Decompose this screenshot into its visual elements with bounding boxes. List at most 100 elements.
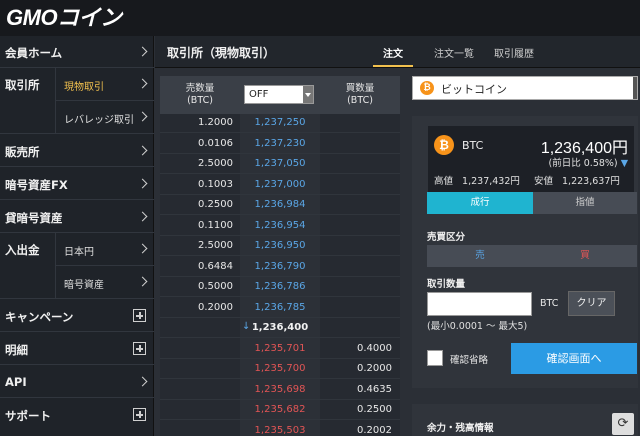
ask-row[interactable]: 0.1003 1,237,000 <box>160 176 400 195</box>
bid-quantity: 0.4635 <box>357 383 392 395</box>
clear-button[interactable]: クリア <box>568 291 615 316</box>
sidebar-subitem-crypto[interactable]: 暗号資産 <box>56 266 154 299</box>
side-sell-button[interactable]: 売 <box>427 245 533 267</box>
ask-quantity: 0.2500 <box>198 199 233 210</box>
sidebar-item-crypto-fx[interactable]: 暗号資産FX <box>0 167 154 200</box>
ask-quantity: 2.5000 <box>198 240 233 251</box>
tab-order[interactable]: 注文 <box>383 45 403 60</box>
ask-price: 1,237,250 <box>254 117 306 128</box>
ask-row[interactable]: 0.2500 1,236,984 <box>160 196 400 215</box>
order-type-limit-button[interactable]: 指値 <box>533 192 637 214</box>
ask-price: 1,237,230 <box>254 137 306 149</box>
chevron-right-icon <box>137 178 148 189</box>
sidebar-item-member-home[interactable]: 会員ホーム <box>0 36 154 68</box>
ask-row[interactable]: 0.1100 1,236,954 <box>160 217 400 236</box>
sell-qty-header: 売数量 (BTC) <box>185 83 215 106</box>
ask-quantity: 0.6484 <box>198 260 233 272</box>
expand-plus-icon[interactable] <box>133 408 146 421</box>
sidebar-item-exchange: 取引所 現物取引 レバレッジ取引 <box>0 68 154 134</box>
page-title: 取引所（現物取引） <box>167 46 276 60</box>
chevron-right-icon <box>137 211 148 222</box>
bid-row[interactable]: 1,235,701 0.4000 <box>160 340 400 359</box>
skip-confirm-checkbox[interactable] <box>427 350 443 366</box>
sidebar-item-lending[interactable]: 貸暗号資産 <box>0 200 154 233</box>
sidebar: 会員ホーム 取引所 現物取引 レバレッジ取引 販売所 暗号資産FX 貸暗号資産 <box>0 36 154 436</box>
quantity-input[interactable] <box>427 292 532 316</box>
sidebar-item-campaign[interactable]: キャンペーン <box>0 299 154 332</box>
expand-plus-icon[interactable] <box>133 342 146 355</box>
bid-price: 1,235,503 <box>254 424 306 436</box>
sidebar-subitem-label: 現物取引 <box>64 82 104 93</box>
ask-quantity: 0.1100 <box>198 219 233 231</box>
coin-select-handle <box>633 77 637 99</box>
top-bar: GMOコイン <box>0 0 640 36</box>
sidebar-subitem-spot[interactable]: 現物取引 <box>56 68 154 101</box>
sidebar-item-api[interactable]: API <box>0 365 154 398</box>
ask-row[interactable]: 2.5000 1,237,050 <box>160 155 400 174</box>
ask-row[interactable]: 2.5000 1,236,950 <box>160 237 400 256</box>
sidebar-item-sales[interactable]: 販売所 <box>0 134 154 167</box>
refresh-icon[interactable]: ⟳ <box>612 413 634 435</box>
ask-row[interactable]: 1.2000 1,237,250 <box>160 114 400 133</box>
confirm-screen-button[interactable]: 確認画面へ <box>511 343 637 374</box>
mid-price-row[interactable]: ↓ 1,236,400 <box>160 319 400 338</box>
ticker-symbol: BTC <box>462 139 484 152</box>
quantity-range: (最小0.0001 ～ 最大5) <box>427 321 528 332</box>
skip-confirm-label: 確認省略 <box>450 355 489 366</box>
ask-row[interactable]: 0.2000 1,236,785 <box>160 299 400 318</box>
order-book: 売数量 (BTC) OFF 買数量 (BTC) 1.2000 1,237,250 0… <box>160 76 400 436</box>
bid-price: 1,235,698 <box>254 383 306 395</box>
ask-row[interactable]: 0.0106 1,237,230 <box>160 135 400 154</box>
sidebar-item-label: API <box>5 375 27 389</box>
bid-row[interactable]: 1,235,682 0.2500 <box>160 401 400 420</box>
sidebar-item-support[interactable]: サポート <box>0 398 154 436</box>
sidebar-item-label: 貸暗号資産 <box>5 211 63 225</box>
ask-price: 1,236,950 <box>254 240 306 251</box>
sidebar-item-label: 取引所 <box>5 78 40 92</box>
ask-price: 1,237,000 <box>254 178 306 190</box>
tab-trade-history[interactable]: 取引履歴 <box>494 45 534 60</box>
bid-row[interactable]: 1,235,503 0.2002 <box>160 422 400 436</box>
ask-price: 1,236,785 <box>254 301 306 313</box>
ask-quantity: 0.1003 <box>198 178 233 190</box>
side-buy-button[interactable]: 買 <box>533 245 637 267</box>
sidebar-subitem-jpy[interactable]: 日本円 <box>56 233 154 266</box>
active-tab-indicator <box>373 65 413 67</box>
ask-quantity: 1.2000 <box>198 117 233 128</box>
sidebar-subitem-label: 暗号資産 <box>64 280 104 291</box>
sidebar-subitem-label: レバレッジ取引 <box>64 115 134 126</box>
tab-order-list[interactable]: 注文一覧 <box>434 45 474 60</box>
coin-select[interactable]: ₿ ビットコイン <box>412 76 638 100</box>
sidebar-subitem-leverage[interactable]: レバレッジ取引 <box>56 101 154 134</box>
ask-price: 1,236,786 <box>254 281 306 292</box>
ask-quantity: 0.2000 <box>198 301 233 313</box>
bitcoin-icon: ₿ <box>434 135 454 155</box>
ask-price: 1,236,984 <box>254 199 306 210</box>
ask-price: 1,237,050 <box>254 158 306 169</box>
balance-title: 余力・残高情報 <box>427 423 494 434</box>
order-type-market-button[interactable]: 成行 <box>427 192 533 214</box>
chevron-right-icon <box>137 376 148 387</box>
ask-quantity: 0.0106 <box>198 137 233 149</box>
ask-price: 1,236,954 <box>254 219 306 231</box>
gmo-coin-logo[interactable]: GMOコイン <box>6 6 122 30</box>
bid-row[interactable]: 1,235,698 0.4635 <box>160 381 400 400</box>
chevron-right-icon <box>137 46 148 57</box>
ask-row[interactable]: 0.6484 1,236,790 <box>160 258 400 277</box>
chevron-right-icon <box>137 145 148 156</box>
quantity-unit: BTC <box>540 298 559 309</box>
coin-select-value: ビットコイン <box>441 83 507 96</box>
sidebar-item-label: キャンペーン <box>5 310 74 324</box>
sidebar-item-statements[interactable]: 明細 <box>0 332 154 365</box>
chevron-right-icon <box>137 276 148 287</box>
order-book-header: 売数量 (BTC) OFF 買数量 (BTC) <box>160 76 400 114</box>
price-grouping-select[interactable]: OFF <box>244 85 314 104</box>
bid-row[interactable]: 1,235,700 0.2000 <box>160 360 400 379</box>
expand-plus-icon[interactable] <box>133 309 146 322</box>
bid-price: 1,235,701 <box>254 342 306 354</box>
chevron-right-icon <box>137 243 148 254</box>
sidebar-subitem-label: 日本円 <box>64 247 94 258</box>
high-label: 高値 <box>434 176 454 187</box>
ask-row[interactable]: 0.5000 1,236,786 <box>160 278 400 297</box>
chevron-right-icon <box>137 78 148 89</box>
